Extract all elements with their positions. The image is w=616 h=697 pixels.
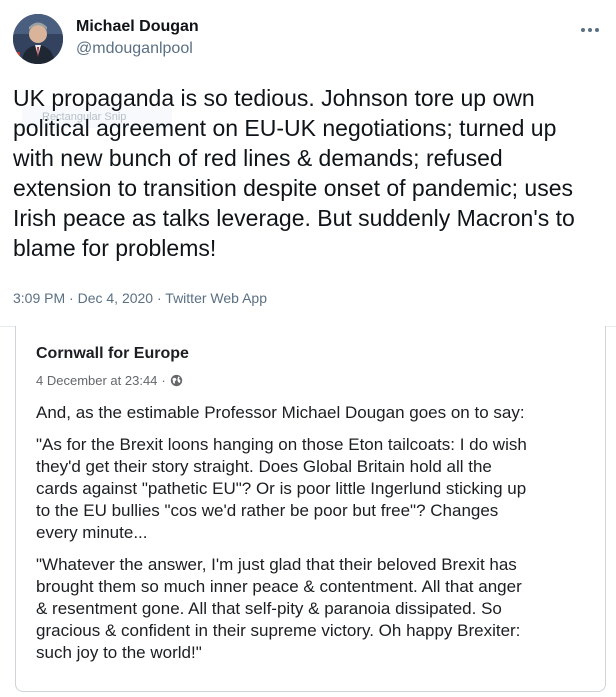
meta-separator: ·	[65, 290, 78, 306]
post-line: every minute...	[36, 523, 148, 542]
post-line: they'd get their story straight. Does Gl…	[36, 457, 492, 476]
tweet: Michael Dougan @mdouganlpool Rectangular…	[0, 0, 616, 327]
post-line: to the EU bullies "cos we'd rather be po…	[36, 501, 499, 520]
tweet-text-line: political agreement on EU-UK negotiation…	[13, 115, 557, 141]
tweet-meta: 3:09 PM · Dec 4, 2020 · Twitter Web App	[13, 290, 267, 306]
tweet-client[interactable]: Twitter Web App	[165, 290, 267, 306]
tweet-date[interactable]: Dec 4, 2020	[78, 290, 154, 306]
tweet-text-line: extension to transition despite onset of…	[13, 175, 574, 201]
tweet-text-line: Irish peace as talks leverage. But sudde…	[13, 205, 575, 231]
post-line: "Whatever the answer, I'm just glad that…	[36, 555, 517, 574]
facebook-post-date: 4 December at 23:44 ·	[36, 373, 183, 388]
post-paragraph: And, as the estimable Professor Michael …	[36, 402, 596, 424]
post-line: such joy to the world!"	[36, 643, 202, 662]
meta-separator: ·	[153, 290, 166, 306]
post-line: gracious & confident in their supreme vi…	[36, 621, 521, 640]
author-name[interactable]: Michael Dougan	[76, 18, 199, 36]
post-line: "As for the Brexit loons hanging on thos…	[36, 435, 527, 454]
post-line: brought them so much inner peace & conte…	[36, 577, 522, 596]
tweet-text-line: UK propaganda is so tedious. Johnson tor…	[13, 85, 535, 111]
globe-icon	[170, 374, 182, 387]
tweet-time[interactable]: 3:09 PM	[13, 290, 65, 306]
facebook-page-name[interactable]: Cornwall for Europe	[36, 345, 189, 363]
post-line: cards against "pathetic EU"? Or is poor …	[36, 479, 527, 498]
post-line: & resentment gone. All that self-pity & …	[36, 599, 502, 618]
facebook-post-card: Cornwall for Europe 4 December at 23:44 …	[15, 326, 606, 692]
more-dots-icon[interactable]	[574, 20, 606, 40]
post-paragraph: "Whatever the answer, I'm just glad that…	[36, 554, 596, 664]
tweet-text-line: blame for problems!	[13, 235, 217, 261]
author-handle[interactable]: @mdouganlpool	[76, 40, 193, 58]
avatar[interactable]	[13, 14, 63, 64]
post-line: And, as the estimable Professor Michael …	[36, 403, 525, 422]
post-timestamp[interactable]: 4 December at 23:44	[36, 373, 157, 388]
avatar-image	[13, 14, 63, 64]
tweet-text: UK propaganda is so tedious. Johnson tor…	[13, 83, 609, 263]
tweet-text-line: with new bunch of red lines & demands; r…	[13, 145, 503, 171]
facebook-post-body: And, as the estimable Professor Michael …	[36, 402, 596, 674]
date-separator: ·	[161, 373, 166, 388]
post-paragraph: "As for the Brexit loons hanging on thos…	[36, 434, 596, 544]
